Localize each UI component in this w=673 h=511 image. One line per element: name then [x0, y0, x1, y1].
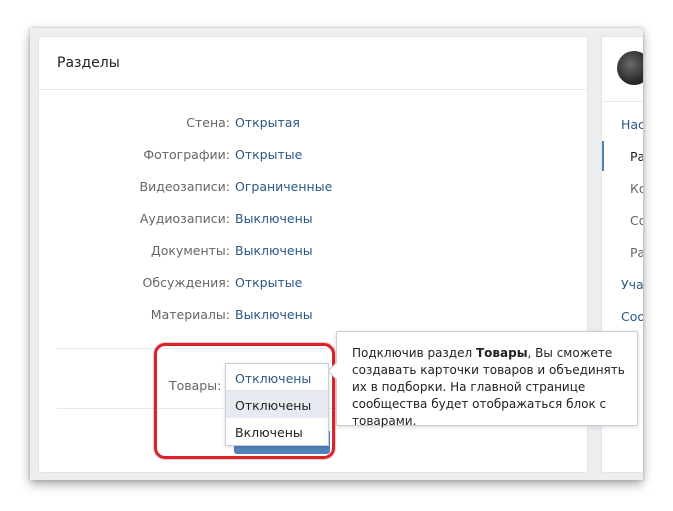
sidebar-item-work[interactable]: Ра: [630, 245, 643, 260]
sidebar-item-settings[interactable]: Нас: [621, 117, 643, 132]
section-row-wall: Стена: Открытая: [39, 115, 587, 147]
goods-tooltip: Подключив раздел Товары, Вы сможете созд…: [327, 331, 638, 428]
sidebar-item-community-messages[interactable]: Соо: [621, 309, 643, 324]
sidebar-item-members[interactable]: Уча: [621, 277, 643, 292]
row-value-link[interactable]: Открытые: [235, 147, 302, 162]
tooltip-text-bold: Товары: [475, 346, 528, 360]
row-label: Обсуждения:: [142, 275, 230, 290]
section-row-documents: Документы: Выключены: [39, 243, 587, 275]
row-value-link[interactable]: Ограниченные: [235, 179, 332, 194]
sidebar-item-comments[interactable]: Ко: [630, 181, 643, 196]
sidebar-item-messages[interactable]: Со: [630, 213, 643, 228]
goods-option-enabled[interactable]: Включены: [226, 418, 328, 445]
section-row-photos: Фотографии: Открытые: [39, 147, 587, 179]
section-row-videos: Видеозаписи: Ограниченные: [39, 179, 587, 211]
row-label: Стена:: [186, 115, 230, 130]
row-label: Материалы:: [150, 307, 230, 322]
divider: [602, 101, 643, 102]
section-row-audio: Аудиозаписи: Выключены: [39, 211, 587, 243]
row-value-link[interactable]: Выключены: [235, 211, 313, 226]
row-label: Фотографии:: [143, 147, 230, 162]
row-label: Аудиозаписи:: [139, 211, 230, 226]
sections-title: Разделы: [39, 37, 587, 90]
row-value-link[interactable]: Открытая: [235, 115, 300, 130]
goods-option-disabled[interactable]: Отключены: [226, 391, 328, 418]
active-indicator: [602, 141, 604, 171]
section-row-discussions: Обсуждения: Открытые: [39, 275, 587, 307]
row-value-link[interactable]: Выключены: [235, 307, 313, 322]
row-value-link[interactable]: Выключены: [235, 243, 313, 258]
community-avatar[interactable]: [617, 51, 643, 85]
goods-dropdown[interactable]: Отключены Отключены Включены: [225, 363, 329, 446]
goods-label: Товары:: [169, 378, 222, 393]
row-value-link[interactable]: Открытые: [235, 275, 302, 290]
row-label: Документы:: [150, 243, 230, 258]
goods-dropdown-selected[interactable]: Отключены: [226, 364, 328, 391]
row-label: Видеозаписи:: [139, 179, 231, 194]
sidebar-item-sections[interactable]: Ра: [630, 149, 643, 164]
tooltip-text-before: Подключив раздел: [352, 346, 476, 360]
sections-list: Стена: Открытая Фотографии: Открытые Вид…: [39, 115, 587, 339]
